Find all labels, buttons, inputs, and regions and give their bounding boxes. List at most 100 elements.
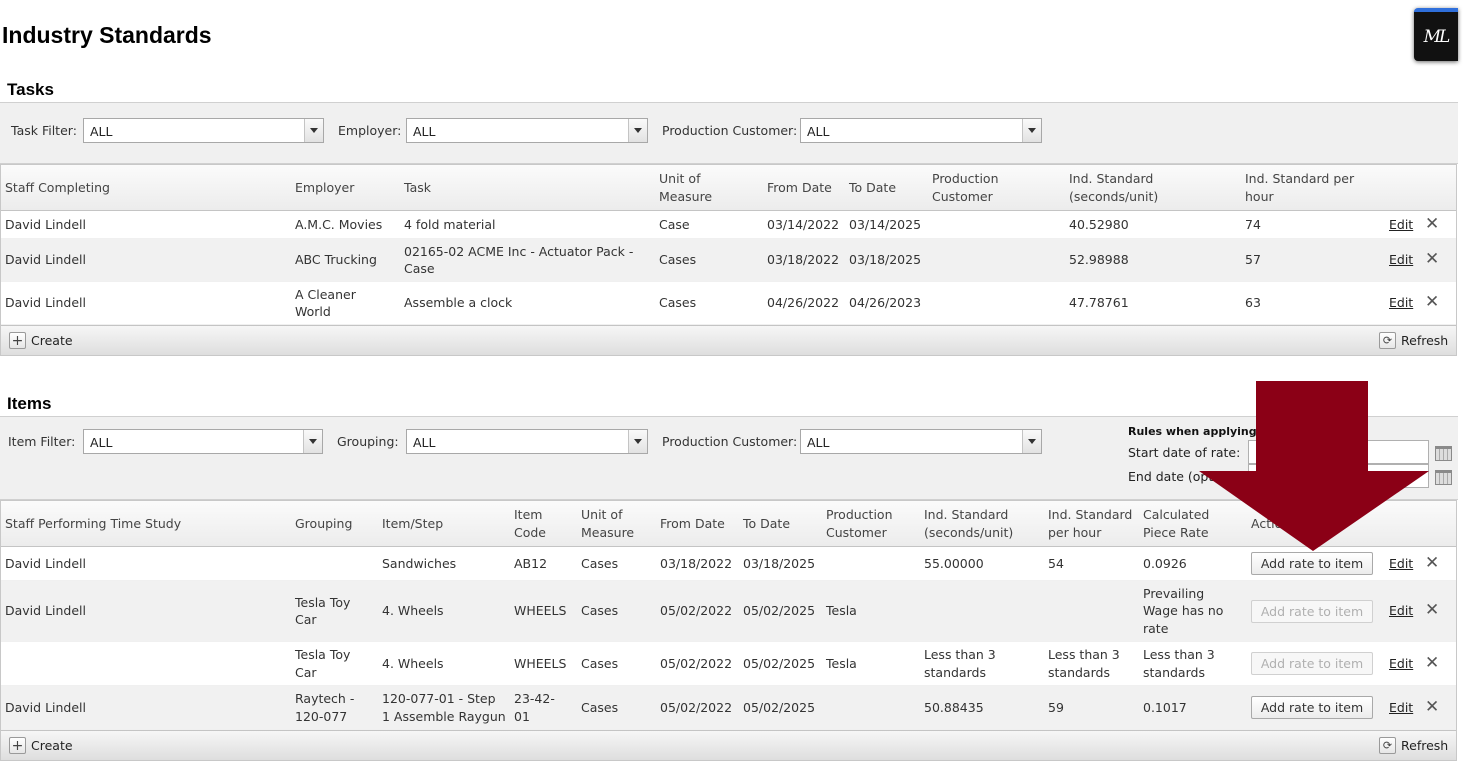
item-cell: Sandwiches bbox=[382, 555, 457, 571]
std-seconds-cell: 40.52980 bbox=[1069, 216, 1129, 232]
std-seconds-cell: 47.78761 bbox=[1069, 295, 1129, 311]
tasks-grid-footer: + Create ⟳ Refresh bbox=[1, 325, 1456, 355]
create-task-button[interactable]: + Create bbox=[9, 332, 73, 349]
add-rate-button[interactable]: Add rate to item bbox=[1251, 552, 1373, 575]
chevron-down-icon[interactable] bbox=[304, 119, 323, 142]
add-rate-button[interactable]: Add rate to item bbox=[1251, 652, 1373, 675]
delete-icon[interactable]: ✕ bbox=[1425, 602, 1439, 620]
calendar-icon[interactable] bbox=[1435, 470, 1452, 485]
col-header[interactable]: Unit of Measure bbox=[659, 165, 739, 210]
unit-cell: Cases bbox=[581, 555, 619, 571]
create-label: Create bbox=[31, 738, 73, 753]
col-header[interactable]: Ind. Standard per hour bbox=[1245, 165, 1375, 210]
refresh-tasks-button[interactable]: ⟳ Refresh bbox=[1379, 332, 1448, 349]
edit-link[interactable]: Edit bbox=[1389, 294, 1413, 312]
col-header[interactable]: Item Code bbox=[514, 501, 574, 546]
table-row[interactable]: Tesla Toy Car 4. Wheels WHEELS Cases 05/… bbox=[1, 642, 1456, 686]
items-grid-footer: + Create ⟳ Refresh bbox=[1, 730, 1456, 760]
col-header[interactable]: Ind. Standard (seconds/unit) bbox=[1069, 165, 1209, 210]
grouping-filter-value: ALL bbox=[413, 435, 436, 450]
col-header[interactable]: Grouping bbox=[295, 501, 375, 546]
edit-link[interactable]: Edit bbox=[1389, 655, 1413, 673]
task-filter-dropdown[interactable]: ALL bbox=[83, 118, 324, 143]
table-row[interactable]: David Lindell A.M.C. Movies 4 fold mater… bbox=[1, 211, 1456, 239]
customer-cell bbox=[932, 239, 1062, 281]
grouping-filter-dropdown[interactable]: ALL bbox=[406, 429, 648, 454]
item-code-cell: WHEELS bbox=[514, 603, 567, 619]
add-rate-button[interactable]: Add rate to item bbox=[1251, 696, 1373, 719]
col-header[interactable]: Ind. Standard (seconds/unit) bbox=[924, 501, 1044, 546]
add-rate-button[interactable]: Add rate to item bbox=[1251, 599, 1373, 623]
table-row[interactable]: David Lindell Raytech - 120-077 120-077-… bbox=[1, 686, 1456, 730]
item-customer-filter-dropdown[interactable]: ALL bbox=[800, 429, 1042, 454]
task-filter-label: Task Filter: bbox=[11, 123, 77, 138]
calendar-icon[interactable] bbox=[1435, 446, 1452, 461]
from-date-cell: 03/14/2022 bbox=[767, 216, 840, 232]
col-header[interactable]: Actio bbox=[1251, 501, 1351, 546]
col-header[interactable]: From Date bbox=[660, 501, 740, 546]
edit-link[interactable]: Edit bbox=[1389, 555, 1413, 573]
std-seconds-cell: 52.98988 bbox=[1069, 252, 1129, 268]
end-date-input[interactable] bbox=[1248, 464, 1429, 488]
staff-cell: David Lindell bbox=[5, 603, 86, 619]
item-code-cell: WHEELS bbox=[514, 655, 567, 671]
delete-icon[interactable]: ✕ bbox=[1425, 294, 1439, 312]
chevron-down-icon[interactable] bbox=[628, 430, 647, 453]
col-header[interactable]: Item/Step bbox=[382, 501, 502, 546]
edit-link[interactable]: Edit bbox=[1389, 602, 1413, 620]
col-header[interactable]: Unit of Measure bbox=[581, 501, 656, 546]
item-customer-filter-label: Production Customer: bbox=[662, 434, 798, 449]
edit-link[interactable]: Edit bbox=[1389, 216, 1413, 234]
grouping-cell: Tesla Toy Car bbox=[295, 594, 351, 628]
app-logo[interactable]: ML bbox=[1414, 8, 1458, 61]
chevron-down-icon[interactable] bbox=[303, 430, 322, 453]
col-header[interactable]: Production Customer bbox=[826, 501, 916, 546]
chevron-down-icon[interactable] bbox=[1022, 430, 1041, 453]
refresh-label: Refresh bbox=[1401, 333, 1449, 348]
edit-link[interactable]: Edit bbox=[1389, 699, 1413, 717]
logo-text: ML bbox=[1423, 26, 1451, 47]
to-date-cell: 03/18/2025 bbox=[743, 555, 816, 571]
col-header[interactable]: Staff Completing bbox=[5, 165, 285, 210]
chevron-down-icon[interactable] bbox=[628, 119, 647, 142]
piece-rate-cell: 0.1017 bbox=[1143, 699, 1187, 715]
refresh-items-button[interactable]: ⟳ Refresh bbox=[1379, 737, 1448, 754]
tasks-section-title: Tasks bbox=[7, 80, 54, 99]
create-item-button[interactable]: + Create bbox=[9, 737, 73, 754]
task-customer-filter-dropdown[interactable]: ALL bbox=[800, 118, 1042, 143]
delete-icon[interactable]: ✕ bbox=[1425, 554, 1439, 573]
col-header[interactable]: Ind. Standard per hour bbox=[1048, 501, 1138, 546]
table-row[interactable]: David Lindell ABC Trucking 02165-02 ACME… bbox=[1, 239, 1456, 282]
employer-filter-dropdown[interactable]: ALL bbox=[406, 118, 648, 143]
to-date-cell: 03/14/2025 bbox=[849, 216, 922, 232]
col-header[interactable]: Calculated Piece Rate bbox=[1143, 501, 1243, 546]
edit-link[interactable]: Edit bbox=[1389, 251, 1413, 269]
table-row[interactable]: David Lindell Sandwiches AB12 Cases 03/1… bbox=[1, 547, 1456, 581]
delete-icon[interactable]: ✕ bbox=[1425, 698, 1439, 717]
col-header[interactable]: To Date bbox=[849, 165, 929, 210]
std-hour-cell: 54 bbox=[1048, 555, 1064, 571]
col-header[interactable]: Staff Performing Time Study bbox=[5, 501, 285, 546]
delete-icon[interactable]: ✕ bbox=[1425, 654, 1439, 673]
table-row[interactable]: David Lindell Tesla Toy Car 4. Wheels WH… bbox=[1, 581, 1456, 642]
col-header[interactable]: To Date bbox=[743, 501, 823, 546]
plus-icon: + bbox=[9, 332, 26, 349]
start-date-input[interactable] bbox=[1248, 440, 1429, 464]
table-row[interactable]: David Lindell A Cleaner World Assemble a… bbox=[1, 282, 1456, 325]
item-filter-dropdown[interactable]: ALL bbox=[83, 429, 323, 454]
employer-cell: A Cleaner World bbox=[295, 286, 356, 320]
col-header[interactable]: From Date bbox=[767, 165, 847, 210]
col-header[interactable]: Task bbox=[404, 165, 644, 210]
unit-cell: Cases bbox=[659, 295, 697, 311]
refresh-icon: ⟳ bbox=[1379, 332, 1396, 349]
std-seconds-cell: 50.88435 bbox=[924, 699, 984, 715]
item-filter-label: Item Filter: bbox=[8, 434, 76, 449]
delete-icon[interactable]: ✕ bbox=[1425, 251, 1439, 269]
chevron-down-icon[interactable] bbox=[1022, 119, 1041, 142]
item-code-cell: 23-42-01 bbox=[514, 691, 555, 724]
col-header[interactable]: Employer bbox=[295, 165, 395, 210]
delete-icon[interactable]: ✕ bbox=[1425, 215, 1439, 234]
from-date-cell: 03/18/2022 bbox=[767, 252, 840, 268]
col-header[interactable]: Production Customer bbox=[932, 165, 1032, 210]
staff-cell: David Lindell bbox=[5, 295, 86, 311]
